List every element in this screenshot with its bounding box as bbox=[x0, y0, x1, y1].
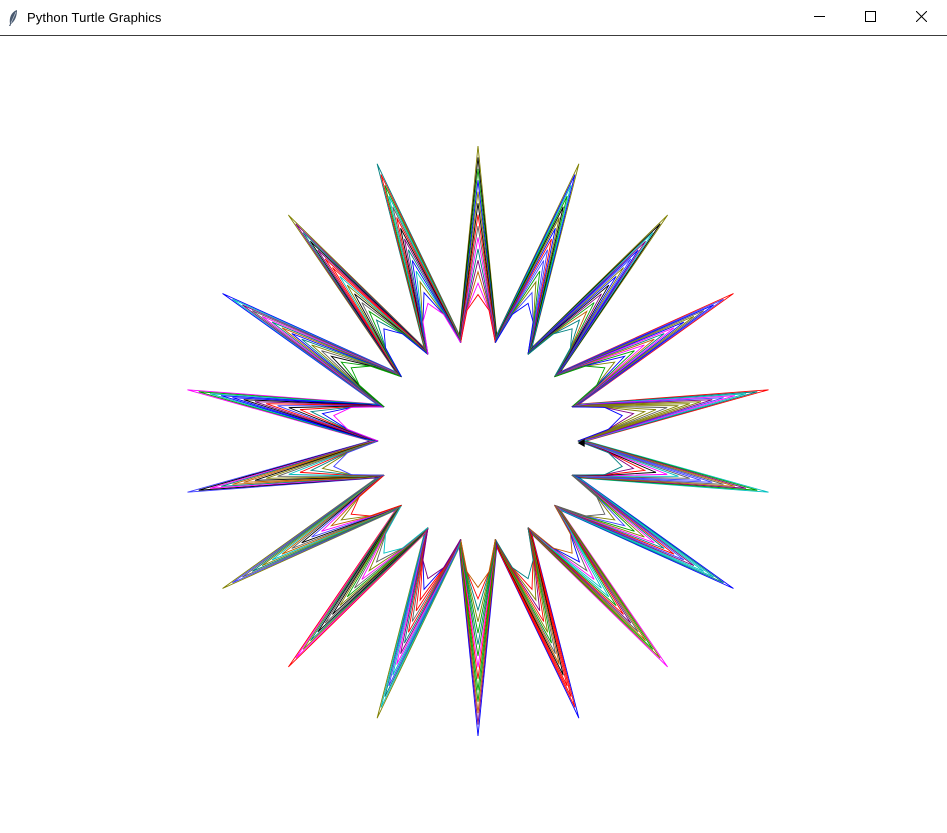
turtle-canvas-area[interactable] bbox=[0, 37, 947, 833]
star-spike bbox=[554, 293, 734, 408]
spike-line bbox=[411, 260, 462, 355]
minimize-button[interactable] bbox=[794, 0, 845, 35]
maximize-button[interactable] bbox=[845, 0, 896, 35]
star-spike bbox=[376, 163, 462, 355]
turtle-window: Python Turtle Graphics bbox=[0, 0, 947, 833]
maximize-icon bbox=[865, 9, 876, 27]
spike-line bbox=[494, 260, 545, 355]
turtle-drawing bbox=[187, 145, 769, 737]
close-button[interactable] bbox=[896, 0, 947, 35]
close-icon bbox=[915, 9, 928, 27]
minimize-icon bbox=[814, 9, 825, 27]
star-spike bbox=[187, 440, 385, 493]
star-spike bbox=[458, 539, 498, 737]
spike-line bbox=[554, 315, 695, 408]
spike-line bbox=[494, 527, 545, 622]
title-bar[interactable]: Python Turtle Graphics bbox=[0, 0, 947, 36]
window-title: Python Turtle Graphics bbox=[27, 10, 162, 25]
spike-line bbox=[411, 527, 462, 622]
spike-line bbox=[261, 474, 402, 567]
star-spike bbox=[554, 474, 734, 589]
star-spike bbox=[571, 389, 769, 442]
star-spike bbox=[494, 163, 580, 355]
window-controls bbox=[794, 0, 947, 35]
star-spike bbox=[187, 389, 385, 442]
star-spike bbox=[222, 293, 402, 408]
spike-line bbox=[261, 315, 402, 408]
star-spike bbox=[376, 527, 462, 719]
star-spike bbox=[458, 145, 498, 343]
star-spike bbox=[571, 440, 769, 493]
star-spike bbox=[222, 474, 402, 589]
feather-icon bbox=[7, 8, 21, 28]
spike-line bbox=[554, 474, 695, 567]
star-spike bbox=[494, 527, 580, 719]
